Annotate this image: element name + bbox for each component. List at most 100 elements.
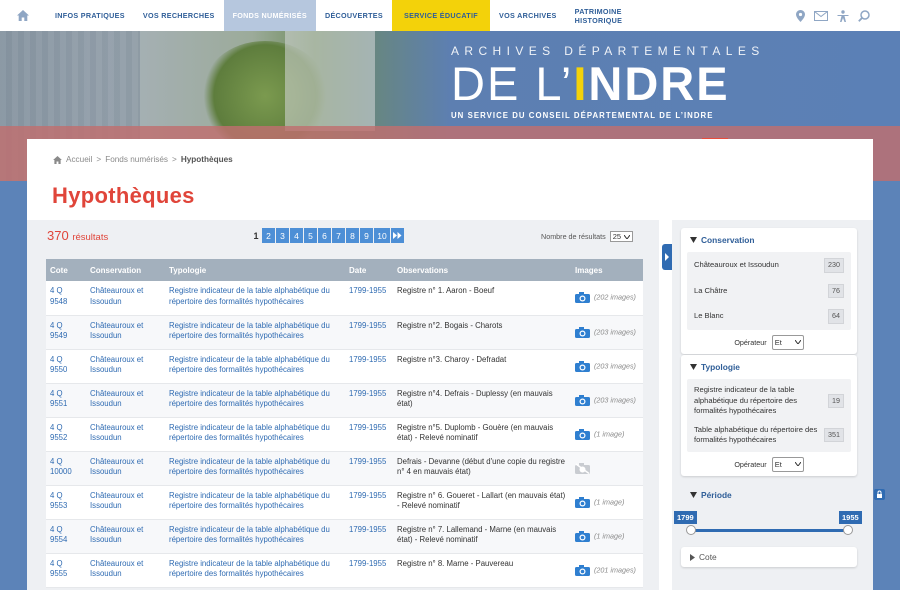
nav-item-infos-pratiques[interactable]: INFOS PRATIQUES	[46, 0, 134, 31]
images-cell[interactable]: (202 images)	[571, 281, 643, 316]
page-link[interactable]: 2	[262, 228, 275, 243]
page-link[interactable]: 3	[276, 228, 289, 243]
nav-item-vos-recherches[interactable]: VOS RECHERCHES	[134, 0, 224, 31]
typologie-cell[interactable]: Registre indicateur de la table alphabét…	[165, 383, 345, 418]
col-header-cote[interactable]: Cote	[46, 259, 86, 281]
table-row[interactable]: 4 Q 9555 Châteauroux et Issoudun Registre …	[46, 553, 643, 588]
cote-cell[interactable]: 4 Q 9551	[46, 383, 86, 418]
typologie-cell[interactable]: Registre indicateur de la table alphabét…	[165, 553, 345, 588]
breadcrumb-fonds-numerises[interactable]: Fonds numérisés	[105, 155, 168, 164]
typologie-cell[interactable]: Registre indicateur de la table alphabét…	[165, 315, 345, 350]
cote-cell[interactable]: 4 Q 10000	[46, 451, 86, 486]
images-cell[interactable]: (1 image)	[571, 485, 643, 520]
typologie-cell[interactable]: Registre indicateur de la table alphabét…	[165, 349, 345, 384]
date-cell[interactable]: 1799-1955	[345, 349, 393, 384]
table-row[interactable]: 4 Q 9549 Châteauroux et Issoudun Registre …	[46, 315, 643, 350]
nav-item-fonds-numerises[interactable]: FONDS NUMÉRISÉS	[223, 0, 316, 31]
page-link[interactable]: 5	[304, 228, 317, 243]
table-row[interactable]: 4 Q 9548 Châteauroux et Issoudun Registre …	[46, 281, 643, 316]
facet-item[interactable]: Table alphabétique du répertoire des for…	[694, 421, 844, 450]
slider-min-handle[interactable]	[686, 525, 696, 535]
date-cell[interactable]: 1799-1955	[345, 519, 393, 554]
search-icon[interactable]	[858, 9, 870, 22]
images-cell[interactable]: (203 images)	[571, 349, 643, 384]
date-cell[interactable]: 1799-1955	[345, 485, 393, 520]
images-cell[interactable]: (203 images)	[571, 315, 643, 350]
page-link[interactable]: 10	[374, 228, 390, 243]
accessibility-icon[interactable]	[837, 9, 849, 22]
table-row[interactable]: 4 Q 9551 Châteauroux et Issoudun Registre …	[46, 383, 643, 418]
date-cell[interactable]: 1799-1955	[345, 383, 393, 418]
nav-item-patrimoine-historique[interactable]: PATRIMOINE HISTORIQUE	[566, 0, 636, 31]
conservation-cell[interactable]: Châteauroux et Issoudun	[86, 383, 165, 418]
date-cell[interactable]: 1799-1955	[345, 417, 393, 452]
date-cell[interactable]: 1799-1955	[345, 315, 393, 350]
nav-item-service-educatif[interactable]: SERVICE ÉDUCATIF	[391, 0, 490, 31]
table-row[interactable]: 4 Q 9552 Châteauroux et Issoudun Registre …	[46, 417, 643, 452]
page-link[interactable]: 9	[360, 228, 373, 243]
home-icon[interactable]	[53, 155, 62, 164]
col-header-conservation[interactable]: Conservation	[86, 259, 165, 281]
date-cell[interactable]: 1799-1955	[345, 451, 393, 486]
cote-cell[interactable]: 4 Q 9550	[46, 349, 86, 384]
date-cell[interactable]: 1799-1955	[345, 553, 393, 588]
typologie-cell[interactable]: Registre indicateur de la table alphabét…	[165, 519, 345, 554]
breadcrumb-home[interactable]: Accueil	[66, 155, 92, 164]
conservation-cell[interactable]: Châteauroux et Issoudun	[86, 553, 165, 588]
conservation-cell[interactable]: Châteauroux et Issoudun	[86, 519, 165, 554]
typologie-cell[interactable]: Registre indicateur de la table alphabét…	[165, 451, 345, 486]
nav-item-decouvertes[interactable]: DÉCOUVERTES	[316, 0, 392, 31]
location-pin-icon[interactable]	[796, 9, 805, 22]
page-link[interactable]: 7	[332, 228, 345, 243]
images-cell[interactable]: (203 images)	[571, 383, 643, 418]
typologie-cell[interactable]: Registre indicateur de la table alphabét…	[165, 485, 345, 520]
table-row[interactable]: 4 Q 9554 Châteauroux et Issoudun Registre …	[46, 519, 643, 554]
lock-button[interactable]	[874, 489, 885, 500]
site-logo[interactable]: ARCHIVES DÉPARTEMENTALES DE L’INDRE UN S…	[451, 44, 765, 143]
cote-cell[interactable]: 4 Q 9552	[46, 417, 86, 452]
envelope-icon[interactable]	[814, 10, 828, 21]
facet-item[interactable]: Châteauroux et Issoudun 230	[694, 254, 844, 277]
facet-header[interactable]: Typologie	[681, 355, 857, 379]
operator-select[interactable]: Et	[771, 334, 804, 350]
images-cell[interactable]: (1 image)	[571, 417, 643, 452]
conservation-cell[interactable]: Châteauroux et Issoudun	[86, 315, 165, 350]
images-cell[interactable]: (1 image)	[571, 519, 643, 554]
nav-item-vos-archives[interactable]: VOS ARCHIVES	[490, 0, 566, 31]
conservation-cell[interactable]: Châteauroux et Issoudun	[86, 451, 165, 486]
images-cell[interactable]: (201 images)	[571, 553, 643, 588]
next-pages-button[interactable]	[391, 228, 404, 243]
page-link[interactable]: 6	[318, 228, 331, 243]
facet-item[interactable]: Le Blanc 64	[694, 302, 844, 328]
typologie-cell[interactable]: Registre indicateur de la table alphabét…	[165, 281, 345, 316]
typologie-cell[interactable]: Registre indicateur de la table alphabét…	[165, 417, 345, 452]
facet-header[interactable]: Cote	[681, 547, 857, 567]
facet-header[interactable]: Conservation	[681, 228, 857, 252]
slider-max-handle[interactable]	[843, 525, 853, 535]
conservation-cell[interactable]: Châteauroux et Issoudun	[86, 281, 165, 316]
col-header-date[interactable]: Date	[345, 259, 393, 281]
conservation-cell[interactable]: Châteauroux et Issoudun	[86, 485, 165, 520]
operator-select[interactable]: Et	[771, 456, 804, 472]
conservation-cell[interactable]: Châteauroux et Issoudun	[86, 417, 165, 452]
date-cell[interactable]: 1799-1955	[345, 281, 393, 316]
table-row[interactable]: 4 Q 10000 Châteauroux et Issoudun Registre…	[46, 451, 643, 486]
cote-cell[interactable]: 4 Q 9548	[46, 281, 86, 316]
facet-item[interactable]: La Châtre 76	[694, 277, 844, 303]
cote-cell[interactable]: 4 Q 9553	[46, 485, 86, 520]
sidebar-toggle-button[interactable]	[662, 244, 672, 270]
page-link[interactable]: 8	[346, 228, 359, 243]
per-page-select[interactable]: 25	[609, 231, 634, 242]
table-row[interactable]: 4 Q 9553 Châteauroux et Issoudun Registre …	[46, 485, 643, 520]
observations-cell: Registre n°3. Charoy - Defradat	[393, 349, 571, 384]
home-button[interactable]	[0, 0, 46, 31]
facet-item[interactable]: Registre indicateur de la table alphabét…	[694, 381, 844, 421]
col-header-observations[interactable]: Observations	[393, 259, 571, 281]
table-row[interactable]: 4 Q 9550 Châteauroux et Issoudun Registre …	[46, 349, 643, 384]
page-link[interactable]: 4	[290, 228, 303, 243]
col-header-typologie[interactable]: Typologie	[165, 259, 345, 281]
cote-cell[interactable]: 4 Q 9549	[46, 315, 86, 350]
cote-cell[interactable]: 4 Q 9555	[46, 553, 86, 588]
cote-cell[interactable]: 4 Q 9554	[46, 519, 86, 554]
conservation-cell[interactable]: Châteauroux et Issoudun	[86, 349, 165, 384]
